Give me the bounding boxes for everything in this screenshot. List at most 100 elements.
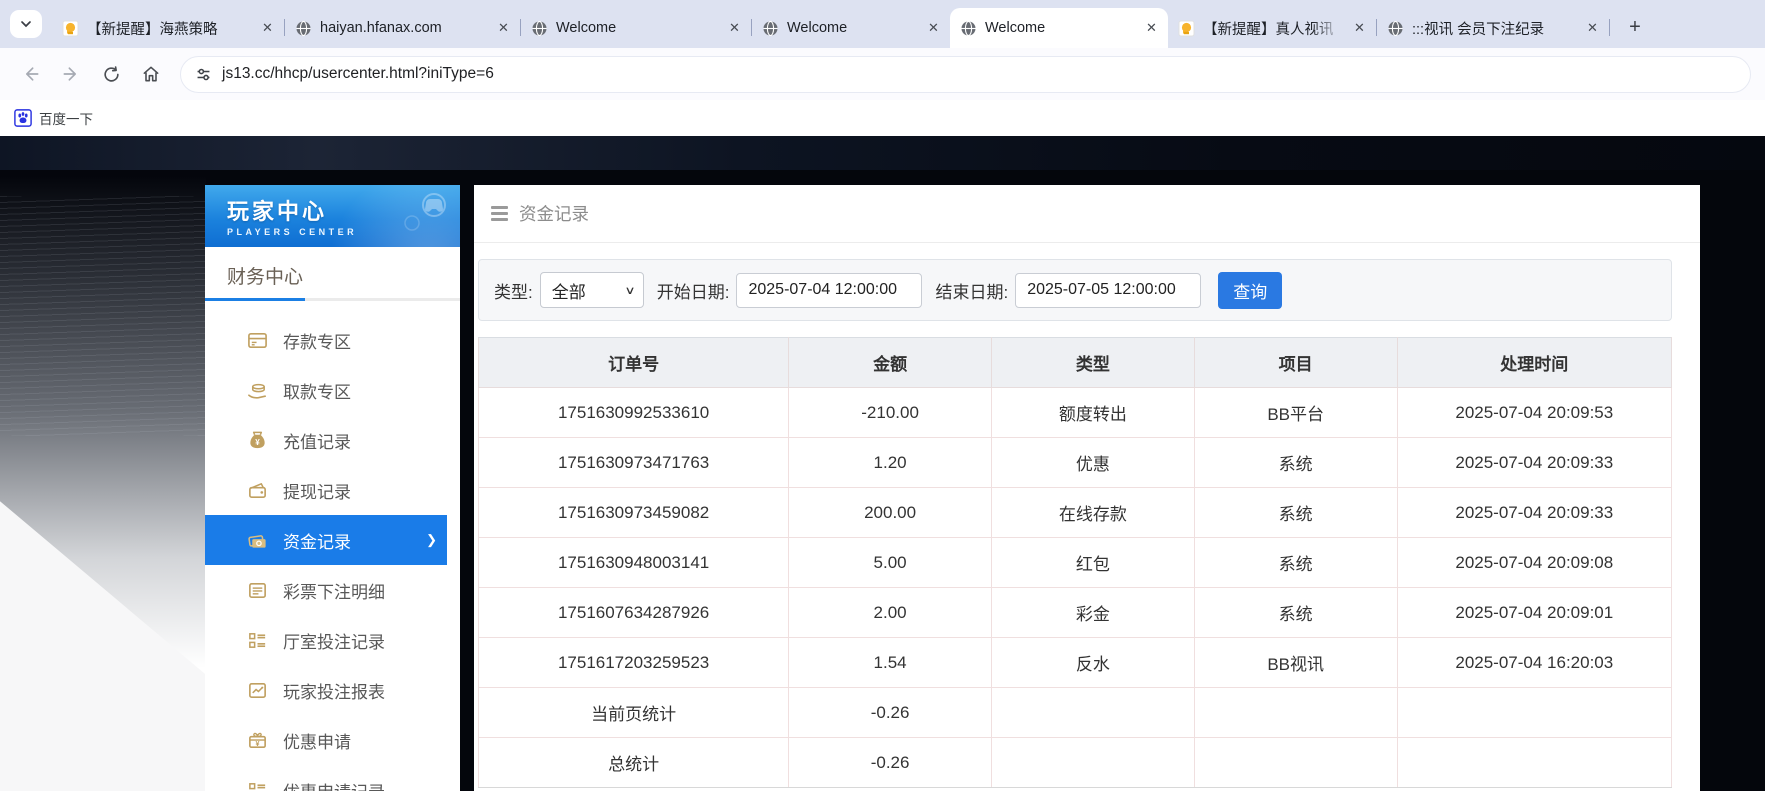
withdraw-hand-icon (247, 380, 268, 401)
sidebar-item-deposit-zone[interactable]: 存款专区 (205, 315, 460, 365)
cell-project: BB视讯 (1194, 638, 1397, 688)
browser-tab-1[interactable]: 【新提醒】海燕策略 ✕ (52, 8, 284, 48)
table-row: 17516309734717631.20优惠系统2025-07-04 20:09… (479, 438, 1672, 488)
start-date-label: 开始日期: (657, 278, 730, 303)
type-select-value: 全部 (552, 278, 586, 303)
type-filter-label: 类型: (494, 278, 533, 303)
address-bar[interactable]: js13.cc/hhcp/usercenter.html?iniType=6 (180, 56, 1751, 93)
reload-icon (102, 65, 121, 84)
browser-tab-2[interactable]: haiyan.hfanax.com ✕ (285, 8, 520, 48)
banknotes-icon (247, 530, 268, 551)
sidebar-item-label: 取款专区 (283, 378, 351, 403)
sidebar-item-label: 资金记录 (283, 528, 351, 553)
sidebar-item-withdrawal-records[interactable]: 提现记录 (205, 465, 460, 515)
tab-close-icon[interactable]: ✕ (925, 20, 942, 37)
home-button[interactable] (134, 57, 168, 91)
list-grid-icon (247, 780, 268, 791)
sidebar-item-label: 厅室投注记录 (283, 628, 385, 653)
back-button[interactable] (14, 57, 48, 91)
reload-button[interactable] (94, 57, 128, 91)
sidebar-item-lottery-bet-detail[interactable]: 彩票下注明细 (205, 565, 460, 615)
hamburger-menu-icon[interactable] (491, 206, 508, 221)
tab-title: :::视讯 会员下注纪录 (1412, 18, 1576, 39)
cell-process-time: 2025-07-04 20:09:53 (1397, 388, 1671, 438)
cell-order-no: 1751617203259523 (479, 638, 789, 688)
end-date-input[interactable] (1015, 273, 1201, 308)
browser-tab-7[interactable]: :::视讯 会员下注纪录 ✕ (1377, 8, 1609, 48)
tab-close-icon[interactable]: ✕ (1584, 20, 1601, 37)
sidebar-item-player-bet-report[interactable]: 玩家投注报表 (205, 665, 460, 715)
sidebar-item-recharge-records[interactable]: ¥ 充值记录 (205, 415, 460, 465)
new-tab-button[interactable]: + (1620, 12, 1650, 42)
chevron-down-icon: ∨ (624, 284, 635, 297)
bookmark-baidu[interactable]: 百度一下 (14, 108, 93, 128)
search-button[interactable]: 查询 (1218, 272, 1282, 309)
cell-type: 额度转出 (991, 388, 1194, 438)
tab-search-chevron-button[interactable] (10, 10, 42, 38)
type-select[interactable]: 全部 ∨ (540, 272, 644, 308)
cell-type: 红包 (991, 538, 1194, 588)
sidebar-item-label: 玩家投注报表 (283, 678, 385, 703)
cell-order-no: 1751630992533610 (479, 388, 789, 438)
cell-process-time: 2025-07-04 20:09:01 (1397, 588, 1671, 638)
tab-close-icon[interactable]: ✕ (1351, 20, 1368, 37)
tab-title: 【新提醒】真人视讯 (1203, 18, 1343, 39)
cell-project: 系统 (1194, 438, 1397, 488)
cell-process-time: 2025-07-04 20:09:33 (1397, 438, 1671, 488)
tab-close-icon[interactable]: ✕ (259, 20, 276, 37)
start-date-input[interactable] (736, 273, 922, 308)
cell-order-no: 1751607634287926 (479, 588, 789, 638)
sidebar-section-title: 财务中心 (205, 247, 460, 298)
sidebar-item-label: 优惠申请记录 (283, 778, 385, 791)
forward-button[interactable] (54, 57, 88, 91)
browser-tab-4[interactable]: Welcome ✕ (752, 8, 950, 48)
chart-report-icon (247, 680, 268, 701)
browser-tab-3[interactable]: Welcome ✕ (521, 8, 751, 48)
table-row-grand-total: 总统计-0.26 (479, 738, 1672, 788)
svg-text:¥: ¥ (256, 739, 260, 747)
sidebar-item-label: 彩票下注明细 (283, 578, 385, 603)
cell-project: 系统 (1194, 538, 1397, 588)
cell-label: 当前页统计 (479, 688, 789, 738)
sidebar-item-hall-bet-records[interactable]: 厅室投注记录 (205, 615, 460, 665)
cell-process-time: 2025-07-04 20:09:08 (1397, 538, 1671, 588)
tab-close-icon[interactable]: ✕ (726, 20, 743, 37)
cell-amount: -0.26 (789, 688, 992, 738)
cell-type: 反水 (991, 638, 1194, 688)
cell-order-no: 1751630973471763 (479, 438, 789, 488)
sidebar-item-label: 优惠申请 (283, 728, 351, 753)
globe-favicon-icon (762, 20, 779, 37)
gamepad-decor-icon (396, 191, 450, 231)
home-icon (141, 64, 161, 84)
cell-label: 总统计 (479, 738, 789, 788)
bookmark-label: 百度一下 (39, 108, 93, 128)
browser-tab-6[interactable]: 【新提醒】真人视讯 ✕ (1168, 8, 1376, 48)
sidebar-item-label: 存款专区 (283, 328, 351, 353)
cell-amount: 200.00 (789, 488, 992, 538)
tab-close-icon[interactable]: ✕ (495, 20, 512, 37)
players-center-sidebar: 玩家中心 PLAYERS CENTER 财务中心 存款专区 取款专区 ¥ 充值记… (205, 185, 460, 791)
tab-separator (1609, 19, 1610, 36)
sidebar-item-promo-application-records[interactable]: 优惠申请记录 (205, 765, 460, 791)
col-header-type: 类型 (991, 338, 1194, 388)
money-bag-icon: ¥ (247, 430, 268, 451)
wallet-icon (247, 480, 268, 501)
table-row: 17516172032595231.54反水BB视讯2025-07-04 16:… (479, 638, 1672, 688)
cell-amount: 1.20 (789, 438, 992, 488)
cell-process-time: 2025-07-04 16:20:03 (1397, 638, 1671, 688)
tab-title: 【新提醒】海燕策略 (87, 18, 251, 39)
sidebar-menu: 存款专区 取款专区 ¥ 充值记录 提现记录 资金记录 ❯ (205, 301, 460, 791)
browser-tab-5-active[interactable]: Welcome ✕ (950, 8, 1168, 48)
baidu-paw-icon (14, 109, 32, 127)
tab-close-icon[interactable]: ✕ (1143, 20, 1160, 37)
page-title: 资金记录 (519, 201, 589, 226)
sidebar-item-label: 提现记录 (283, 478, 351, 503)
sidebar-item-promo-application[interactable]: ¥ 优惠申请 (205, 715, 460, 765)
cell-amount: 5.00 (789, 538, 992, 588)
sidebar-item-withdraw-zone[interactable]: 取款专区 (205, 365, 460, 415)
col-header-amount: 金额 (789, 338, 992, 388)
background-top-band (0, 136, 1765, 170)
globe-favicon-icon (1387, 20, 1404, 37)
sidebar-item-funds-records[interactable]: 资金记录 ❯ (205, 515, 447, 565)
cell-amount: 2.00 (789, 588, 992, 638)
